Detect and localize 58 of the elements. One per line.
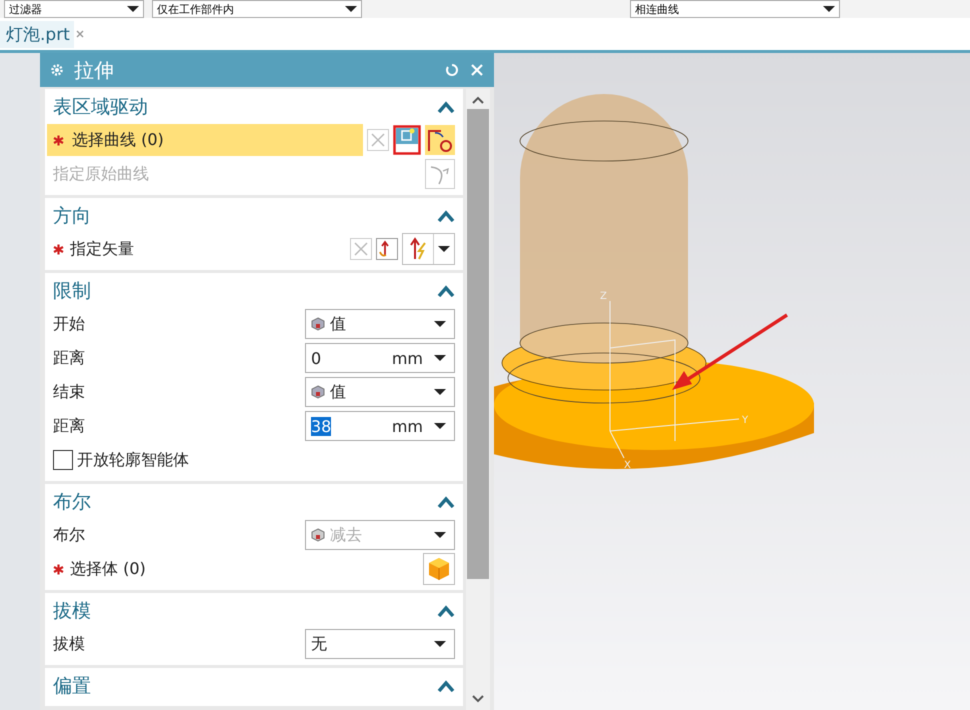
checkbox[interactable] xyxy=(53,450,73,470)
section-title: 拔模 xyxy=(53,599,91,624)
dropdown-caret-icon xyxy=(127,6,139,12)
dropdown-field[interactable]: 值 xyxy=(305,309,455,339)
unit-dropdown[interactable]: mm xyxy=(392,348,423,368)
dropdown-caret-icon xyxy=(434,321,446,327)
dropdown-caret-icon xyxy=(438,246,450,252)
field-label: 布尔 xyxy=(53,524,85,546)
section-title: 偏置 xyxy=(53,674,91,699)
section-title: 方向 xyxy=(53,204,91,229)
selection-bar[interactable]: 选择曲线 (0) xyxy=(47,124,363,156)
field-label: 指定矢量 xyxy=(70,238,134,260)
vector-dialog-icon[interactable] xyxy=(376,238,398,260)
file-tab[interactable]: 灯泡.prt xyxy=(0,20,74,48)
dropdown-caret-icon xyxy=(434,355,446,361)
settings-icon[interactable] xyxy=(50,63,64,77)
dropdown-caret-icon xyxy=(345,6,357,12)
dropdown-field[interactable]: 无 xyxy=(305,629,455,659)
collapse-icon[interactable] xyxy=(437,496,455,508)
section-title: 表区域驱动 xyxy=(53,95,148,120)
collapse-icon[interactable] xyxy=(437,605,455,617)
scroll-up-icon[interactable] xyxy=(471,95,485,105)
field-label: 距离 xyxy=(53,348,85,368)
field-label: 拔模 xyxy=(53,634,85,654)
dropdown-field[interactable]: 值 xyxy=(305,377,455,407)
scroll-down-icon[interactable] xyxy=(471,694,485,704)
filter-dropdown[interactable]: 仅在工作部件内 xyxy=(152,0,362,18)
dropdown-caret-icon xyxy=(434,389,446,395)
field-label: 选择体 (0) xyxy=(70,558,146,580)
scrollbar[interactable] xyxy=(466,89,490,710)
dialog-title: 拉伸 xyxy=(74,56,114,84)
section-title: 布尔 xyxy=(53,490,91,515)
dropdown-caret-icon xyxy=(434,532,446,538)
collapse-icon[interactable] xyxy=(437,101,455,113)
filter-dropdown[interactable]: 过滤器 xyxy=(4,0,144,18)
close-icon[interactable] xyxy=(76,30,84,38)
collapse-icon[interactable] xyxy=(437,680,455,692)
sketch-section-icon[interactable] xyxy=(425,125,455,155)
field-label: 结束 xyxy=(53,382,85,402)
section-title: 限制 xyxy=(53,279,91,304)
collapse-icon[interactable] xyxy=(437,210,455,222)
vector-dropdown[interactable] xyxy=(402,233,455,265)
filter-dropdown[interactable]: 相连曲线 xyxy=(630,0,840,18)
collapse-icon[interactable] xyxy=(437,285,455,297)
field-label: 选择曲线 (0) xyxy=(72,130,164,150)
distance-input[interactable]: 38 mm xyxy=(305,411,455,441)
field-label: 开始 xyxy=(53,314,85,334)
field-label: 距离 xyxy=(53,416,85,436)
checkbox-label: 开放轮廓智能体 xyxy=(77,450,189,470)
reset-icon[interactable] xyxy=(444,62,460,78)
curve-rule-button[interactable] xyxy=(393,125,421,155)
distance-input[interactable]: 0 mm xyxy=(305,343,455,373)
coordinate-axes-drawing: Z Y X xyxy=(600,291,748,471)
unit-dropdown[interactable]: mm xyxy=(392,416,423,436)
dropdown-caret-icon xyxy=(434,641,446,647)
dropdown-caret-icon xyxy=(434,423,446,429)
field-label: 指定原始曲线 xyxy=(53,164,149,184)
dropdown-caret-icon xyxy=(823,6,835,12)
